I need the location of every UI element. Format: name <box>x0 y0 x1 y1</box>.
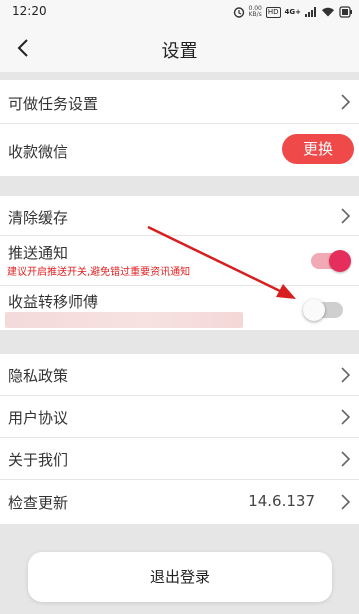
account-section: 可做任务设置 收款微信 更换 <box>0 80 359 176</box>
chevron-right-icon <box>341 409 351 425</box>
version-number: 14.6.137 <box>248 492 315 510</box>
status-bar: 12:20 0.00 KB/s HD 4G+ <box>0 0 359 24</box>
check-update-label: 检查更新 <box>8 494 69 512</box>
privacy-policy-row[interactable]: 隐私政策 <box>0 354 359 396</box>
push-notification-toggle[interactable] <box>311 250 351 272</box>
wechat-label: 收款微信 <box>8 143 69 161</box>
app-header: 设置 <box>0 24 359 72</box>
network-speed: 0.00 KB/s <box>249 6 262 18</box>
alarm-icon <box>233 7 244 18</box>
user-agreement-label: 用户协议 <box>8 409 69 427</box>
chevron-right-icon <box>341 208 351 224</box>
task-settings-label: 可做任务设置 <box>8 95 99 113</box>
page-title: 设置 <box>161 41 198 62</box>
about-us-label: 关于我们 <box>8 451 69 469</box>
status-icons: 0.00 KB/s HD 4G+ <box>233 4 354 20</box>
battery-icon <box>339 6 352 18</box>
user-agreement-row[interactable]: 用户协议 <box>0 396 359 438</box>
toggle-knob <box>329 250 351 272</box>
chevron-right-icon <box>341 367 351 383</box>
income-transfer-toggle[interactable] <box>303 299 343 321</box>
chevron-right-icon <box>341 494 351 510</box>
about-section: 隐私政策 用户协议 关于我们 检查更新 14.6.137 <box>0 354 359 524</box>
chevron-right-icon <box>341 94 351 110</box>
notifications-section: 清除缓存 推送通知 建议开启推送开关,避免错过重要资讯通知 收益转移师傅 <box>0 196 359 330</box>
privacy-policy-label: 隐私政策 <box>8 367 69 385</box>
clear-cache-label: 清除缓存 <box>8 209 69 227</box>
network-speed-unit: KB/s <box>248 11 262 18</box>
status-time: 12:20 <box>12 4 47 18</box>
wifi-icon <box>322 7 334 17</box>
signal-icon <box>305 7 316 17</box>
about-us-row[interactable]: 关于我们 <box>0 438 359 480</box>
wechat-row: 收款微信 更换 <box>0 124 359 176</box>
toggle-knob <box>303 299 325 321</box>
clear-cache-row[interactable]: 清除缓存 <box>0 196 359 236</box>
push-notification-row: 推送通知 建议开启推送开关,避免错过重要资讯通知 <box>0 236 359 286</box>
redacted-text <box>5 312 243 328</box>
change-wechat-button[interactable]: 更换 <box>282 134 354 164</box>
hd-badge: HD <box>265 6 281 18</box>
income-transfer-row: 收益转移师傅 <box>0 286 359 330</box>
logout-button[interactable]: 退出登录 <box>28 552 332 602</box>
network-type: 4G+ <box>284 8 301 16</box>
chevron-right-icon <box>341 451 351 467</box>
task-settings-row[interactable]: 可做任务设置 <box>0 80 359 124</box>
push-notification-label: 推送通知 <box>8 244 69 262</box>
check-update-row[interactable]: 检查更新 14.6.137 <box>0 480 359 524</box>
income-transfer-label: 收益转移师傅 <box>8 293 99 311</box>
push-hint-text: 建议开启推送开关,避免错过重要资讯通知 <box>7 267 191 278</box>
